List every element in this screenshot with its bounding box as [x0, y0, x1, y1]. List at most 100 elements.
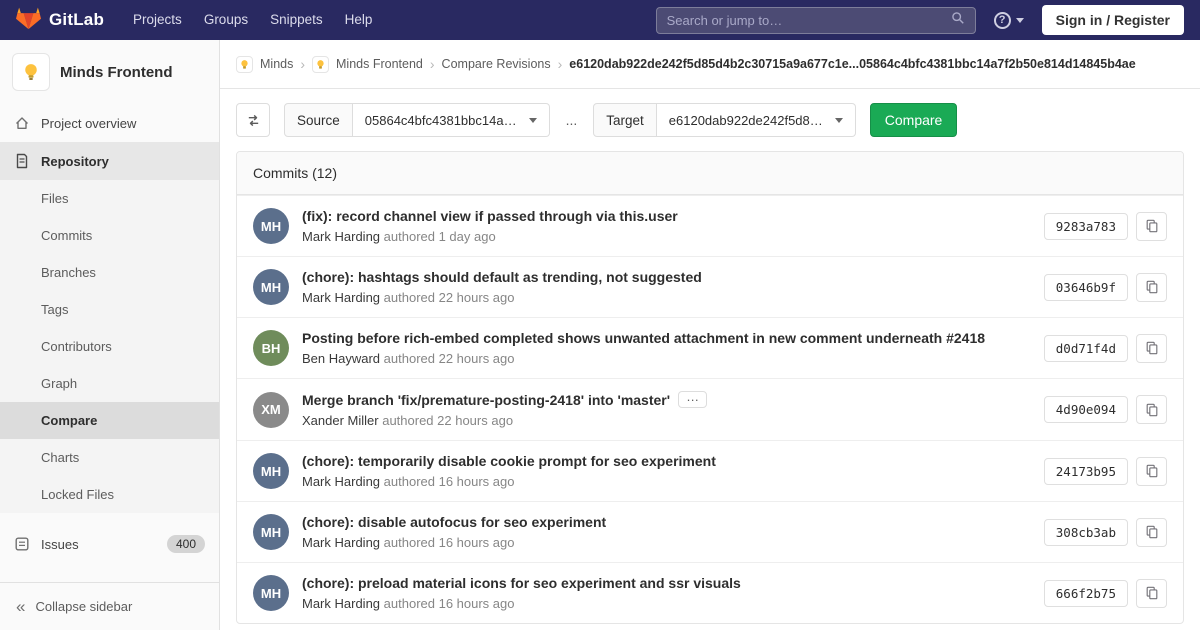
copy-sha-button[interactable] — [1136, 395, 1167, 424]
sidebar-item-tags[interactable]: Tags — [0, 291, 219, 328]
copy-sha-button[interactable] — [1136, 273, 1167, 302]
commit-author-link[interactable]: Mark Harding — [302, 290, 380, 305]
nav-item-groups[interactable]: Groups — [193, 0, 259, 40]
breadcrumb-project[interactable]: Minds Frontend — [336, 57, 423, 71]
copy-sha-button[interactable] — [1136, 518, 1167, 547]
breadcrumb-compare-revisions[interactable]: Compare Revisions — [442, 57, 551, 71]
commit-sha-link[interactable]: 03646b9f — [1044, 274, 1128, 301]
sidebar-item-repository[interactable]: Repository — [0, 142, 219, 180]
sidebar-item-branches[interactable]: Branches — [0, 254, 219, 291]
project-name: Minds Frontend — [60, 64, 173, 81]
breadcrumb: Minds › Minds Frontend › Compare Revisio… — [220, 40, 1200, 89]
search-input[interactable] — [667, 13, 951, 28]
gitlab-logo[interactable]: GitLab — [16, 6, 104, 35]
home-icon — [14, 115, 30, 131]
lightbulb-icon — [315, 59, 326, 70]
sidebar-item-contributors[interactable]: Contributors — [0, 328, 219, 365]
project-avatar-small — [312, 56, 329, 73]
commit-meta: Mark Harding authored 22 hours ago — [302, 290, 1031, 305]
sidebar-item-compare[interactable]: Compare — [0, 402, 219, 439]
target-label: Target — [593, 103, 657, 137]
swap-icon — [246, 113, 261, 128]
commit-title-link[interactable]: (chore): temporarily disable cookie prom… — [302, 453, 716, 469]
commit-author-link[interactable]: Mark Harding — [302, 535, 380, 550]
clipboard-icon — [1145, 403, 1159, 417]
nav-item-help[interactable]: Help — [334, 0, 384, 40]
commit-title-link[interactable]: (fix): record channel view if passed thr… — [302, 208, 678, 224]
clipboard-icon — [1145, 525, 1159, 539]
author-avatar: XM — [253, 392, 289, 428]
commit-row: MH (fix): record channel view if passed … — [237, 195, 1183, 256]
chevron-down-icon — [835, 118, 843, 123]
commit-sha-link[interactable]: 308cb3ab — [1044, 519, 1128, 546]
commit-author-link[interactable]: Mark Harding — [302, 596, 380, 611]
chevron-down-icon — [1016, 18, 1024, 23]
commit-sha-link[interactable]: 9283a783 — [1044, 213, 1128, 240]
commit-author-link[interactable]: Mark Harding — [302, 474, 380, 489]
commit-author-link[interactable]: Ben Hayward — [302, 351, 380, 366]
commit-time: authored 22 hours ago — [382, 413, 513, 428]
commit-author-link[interactable]: Mark Harding — [302, 229, 380, 244]
commit-row: MH (chore): disable autofocus for seo ex… — [237, 501, 1183, 562]
sidebar-item-commits[interactable]: Commits — [0, 217, 219, 254]
sidebar-item-issues[interactable]: Issues 400 — [0, 525, 219, 563]
copy-sha-button[interactable] — [1136, 579, 1167, 608]
commit-title-link[interactable]: (chore): disable autofocus for seo exper… — [302, 514, 606, 530]
commit-sha-link[interactable]: 4d90e094 — [1044, 396, 1128, 423]
commit-title-link[interactable]: Merge branch 'fix/premature-posting-2418… — [302, 392, 670, 408]
copy-sha-button[interactable] — [1136, 212, 1167, 241]
commit-time: authored 16 hours ago — [384, 535, 515, 550]
breadcrumb-separator: › — [300, 56, 305, 72]
global-search[interactable] — [656, 7, 976, 34]
commit-sha-link[interactable]: 666f2b75 — [1044, 580, 1128, 607]
chevron-down-icon — [529, 118, 537, 123]
commit-title-link[interactable]: Posting before rich-embed completed show… — [302, 330, 985, 346]
compare-button[interactable]: Compare — [870, 103, 958, 137]
swap-revisions-button[interactable] — [236, 103, 270, 137]
commit-title-link[interactable]: (chore): preload material icons for seo … — [302, 575, 741, 591]
help-menu[interactable]: ? — [994, 12, 1024, 29]
sidebar-item-locked-files[interactable]: Locked Files — [0, 476, 219, 513]
author-avatar: MH — [253, 208, 289, 244]
lightbulb-icon — [239, 59, 250, 70]
sidebar-item-project-overview[interactable]: Project overview — [0, 104, 219, 142]
clipboard-icon — [1145, 280, 1159, 294]
commit-sha-link[interactable]: 24173b95 — [1044, 458, 1128, 485]
commit-meta: Xander Miller authored 22 hours ago — [302, 413, 1031, 428]
commit-author-link[interactable]: Xander Miller — [302, 413, 379, 428]
nav-item-projects[interactable]: Projects — [122, 0, 193, 40]
sign-in-button[interactable]: Sign in / Register — [1042, 5, 1184, 35]
breadcrumb-group[interactable]: Minds — [260, 57, 293, 71]
sidebar-item-files[interactable]: Files — [0, 180, 219, 217]
nav-item-snippets[interactable]: Snippets — [259, 0, 334, 40]
commit-meta: Mark Harding authored 16 hours ago — [302, 535, 1031, 550]
clipboard-icon — [1145, 219, 1159, 233]
collapse-sidebar-button[interactable]: « Collapse sidebar — [0, 582, 219, 630]
author-avatar: BH — [253, 330, 289, 366]
commit-time: authored 1 day ago — [384, 229, 496, 244]
target-branch-dropdown[interactable]: e6120dab922de242f5d8… — [657, 103, 856, 137]
commits-panel: Commits (12) MH (fix): record channel vi… — [236, 151, 1184, 624]
copy-sha-button[interactable] — [1136, 457, 1167, 486]
commit-time: authored 22 hours ago — [384, 351, 515, 366]
range-ellipsis: ... — [566, 112, 578, 128]
copy-sha-button[interactable] — [1136, 334, 1167, 363]
author-avatar: MH — [253, 453, 289, 489]
commit-row: MH (chore): hashtags should default as t… — [237, 256, 1183, 317]
collapse-icon: « — [16, 598, 25, 615]
source-branch-dropdown[interactable]: 05864c4bfc4381bbc14a… — [353, 103, 550, 137]
commit-meta: Mark Harding authored 16 hours ago — [302, 474, 1031, 489]
project-context-header[interactable]: Minds Frontend — [0, 40, 219, 104]
search-icon — [951, 11, 965, 30]
project-avatar — [12, 53, 50, 91]
clipboard-icon — [1145, 586, 1159, 600]
expand-commit-message-button[interactable]: … — [678, 391, 707, 408]
sidebar-item-graph[interactable]: Graph — [0, 365, 219, 402]
project-sidebar: Minds Frontend Project overview Reposito… — [0, 40, 220, 630]
sidebar-item-charts[interactable]: Charts — [0, 439, 219, 476]
commit-sha-link[interactable]: d0d71f4d — [1044, 335, 1128, 362]
document-icon — [14, 153, 30, 169]
breadcrumb-separator: › — [430, 56, 435, 72]
commit-title-link[interactable]: (chore): hashtags should default as tren… — [302, 269, 702, 285]
author-avatar: MH — [253, 269, 289, 305]
